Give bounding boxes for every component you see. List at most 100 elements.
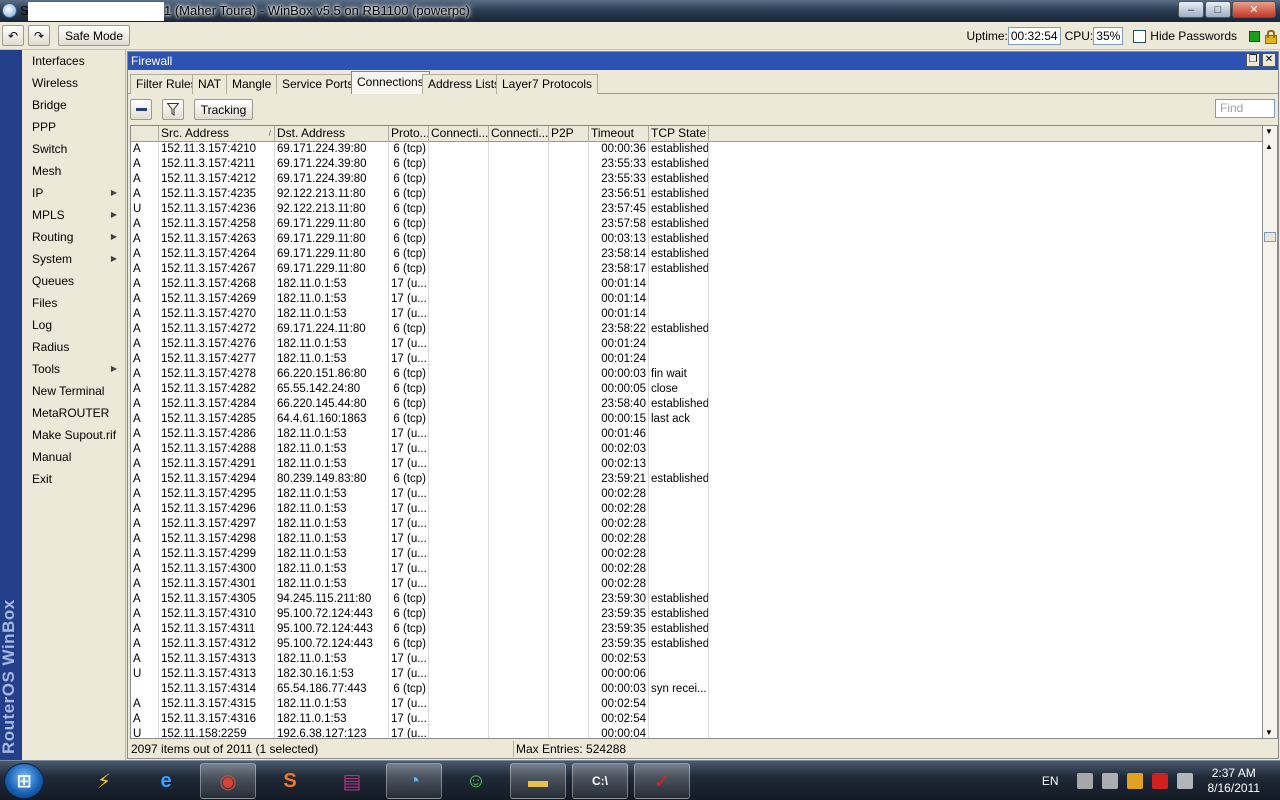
table-row[interactable]: A 152.11.3.157:4288 182.11.0.1:53 17 (u... 0… [131, 442, 1262, 457]
table-row[interactable]: A 152.11.3.157:4316 182.11.0.1:53 17 (u... 0… [131, 712, 1262, 727]
close-button[interactable]: ✕ [1232, 1, 1276, 18]
redo-button[interactable]: ↷ [28, 25, 50, 46]
table-row[interactable]: A 152.11.3.157:4258 69.171.229.11:80 6 (tcp… [131, 217, 1262, 232]
table-row[interactable]: A 152.11.3.157:4277 182.11.0.1:53 17 (u... 0… [131, 352, 1262, 367]
sidebar-item-make-supout-rif[interactable]: Make Supout.rif [22, 424, 125, 446]
column-header[interactable] [709, 126, 1262, 142]
table-row[interactable]: U 152.11.3.157:4313 182.30.16.1:53 17 (u...… [131, 667, 1262, 682]
column-header[interactable]: Proto... [389, 126, 429, 142]
taskbar-app-button[interactable]: S [262, 763, 318, 799]
table-row[interactable]: A 152.11.3.157:4270 182.11.0.1:53 17 (u... 0… [131, 307, 1262, 322]
table-row[interactable]: A 152.11.3.157:4211 69.171.224.39:80 6 (tcp… [131, 157, 1262, 172]
scroll-down-icon[interactable]: ▼ [1265, 728, 1273, 737]
firewall-close-button[interactable]: ✕ [1262, 53, 1276, 67]
table-row[interactable]: A 152.11.3.157:4212 69.171.224.39:80 6 (tcp… [131, 172, 1262, 187]
table-row[interactable]: A 152.11.3.157:4305 94.245.115.211:80 6 (tc… [131, 592, 1262, 607]
scroll-thumb[interactable] [1264, 232, 1276, 242]
tab-mangle[interactable]: Mangle [226, 74, 278, 94]
sidebar-item-wireless[interactable]: Wireless [22, 72, 125, 94]
scroll-up-icon[interactable]: ▲ [1265, 142, 1273, 151]
sidebar-item-system[interactable]: System ▶ [22, 248, 125, 270]
remove-button[interactable] [130, 99, 152, 120]
table-row[interactable]: A 152.11.3.157:4269 182.11.0.1:53 17 (u... 0… [131, 292, 1262, 307]
sidebar-item-mesh[interactable]: Mesh [22, 160, 125, 182]
taskbar-app-button[interactable]: ☺ [448, 763, 504, 799]
table-row[interactable]: A 152.11.3.157:4276 182.11.0.1:53 17 (u... 0… [131, 337, 1262, 352]
table-row[interactable]: A 152.11.3.157:4210 69.171.224.39:80 6 (tcp… [131, 142, 1262, 157]
sidebar-item-ppp[interactable]: PPP [22, 116, 125, 138]
undo-button[interactable]: ↶ [2, 25, 24, 46]
table-row[interactable]: A 152.11.3.157:4286 182.11.0.1:53 17 (u... 0… [131, 427, 1262, 442]
table-row[interactable]: A 152.11.3.157:4284 66.220.145.44:80 6 (tcp… [131, 397, 1262, 412]
sidebar-item-switch[interactable]: Switch [22, 138, 125, 160]
table-row[interactable]: A 152.11.3.157:4297 182.11.0.1:53 17 (u... 0… [131, 517, 1262, 532]
taskbar-app-button[interactable]: C:\ [572, 763, 628, 799]
scroll-menu-icon[interactable]: ▼ [1265, 127, 1273, 136]
tracking-button[interactable]: Tracking [194, 99, 253, 120]
network-icon[interactable] [1076, 773, 1093, 789]
column-header[interactable] [131, 126, 159, 142]
language-indicator[interactable]: EN [1042, 774, 1059, 788]
sidebar-item-files[interactable]: Files [22, 292, 125, 314]
table-row[interactable]: 152.11.3.157:4314 65.54.186.77:443 6 (tcp)… [131, 682, 1262, 697]
sidebar-item-interfaces[interactable]: Interfaces [22, 50, 125, 72]
table-row[interactable]: U 152.11.158:2259 192.6.38.127:123 17 (u...… [131, 727, 1262, 738]
table-row[interactable]: U 152.11.3.157:4236 92.122.213.11:80 6 (tcp… [131, 202, 1262, 217]
table-row[interactable]: A 152.11.3.157:4294 80.239.149.83:80 6 (tcp… [131, 472, 1262, 487]
start-button[interactable]: ⊞ [4, 763, 44, 799]
table-row[interactable]: A 152.11.3.157:4278 66.220.151.86:80 6 (tcp… [131, 367, 1262, 382]
maximize-button[interactable]: □ [1205, 1, 1231, 18]
table-row[interactable]: A 152.11.3.157:4268 182.11.0.1:53 17 (u... 0… [131, 277, 1262, 292]
minimize-button[interactable]: – [1178, 1, 1204, 18]
sidebar-item-new-terminal[interactable]: New Terminal [22, 380, 125, 402]
taskbar-app-button[interactable]: ▬ [510, 763, 566, 799]
table-row[interactable]: A 152.11.3.157:4295 182.11.0.1:53 17 (u... 0… [131, 487, 1262, 502]
table-row[interactable]: A 152.11.3.157:4313 182.11.0.1:53 17 (u... 0… [131, 652, 1262, 667]
table-row[interactable]: A 152.11.3.157:4296 182.11.0.1:53 17 (u... 0… [131, 502, 1262, 517]
table-row[interactable]: A 152.11.3.157:4300 182.11.0.1:53 17 (u... 0… [131, 562, 1262, 577]
column-header[interactable]: P2P [549, 126, 589, 142]
column-header[interactable]: Connecti... [489, 126, 549, 142]
antivirus-tray-icon[interactable] [1151, 773, 1168, 789]
table-row[interactable]: A 152.11.3.157:4264 69.171.229.11:80 6 (tcp… [131, 247, 1262, 262]
filter-button[interactable] [162, 99, 184, 120]
table-row[interactable]: A 152.11.3.157:4267 69.171.229.11:80 6 (tcp… [131, 262, 1262, 277]
power-icon[interactable] [1101, 773, 1118, 789]
sidebar-item-routing[interactable]: Routing ▶ [22, 226, 125, 248]
window-system-icon[interactable] [2, 3, 17, 18]
hide-passwords-checkbox[interactable] [1133, 29, 1147, 43]
tab-service-ports[interactable]: Service Ports [276, 74, 360, 94]
taskbar-app-button[interactable]: ✓ [634, 763, 690, 799]
column-header[interactable]: TCP State [649, 126, 709, 142]
column-header[interactable]: Dst. Address [275, 126, 389, 142]
column-header[interactable]: Src. Address / [159, 126, 275, 142]
firewall-restore-button[interactable]: ❐ [1246, 53, 1260, 67]
table-row[interactable]: A 152.11.3.157:4282 65.55.142.24:80 6 (tcp)… [131, 382, 1262, 397]
table-row[interactable]: A 152.11.3.157:4298 182.11.0.1:53 17 (u... 0… [131, 532, 1262, 547]
sidebar-item-mpls[interactable]: MPLS ▶ [22, 204, 125, 226]
taskbar-app-button[interactable]: ◔ [386, 763, 442, 799]
volume-icon[interactable] [1176, 773, 1193, 789]
table-row[interactable]: A 152.11.3.157:4299 182.11.0.1:53 17 (u... 0… [131, 547, 1262, 562]
table-row[interactable]: A 152.11.3.157:4291 182.11.0.1:53 17 (u... 0… [131, 457, 1262, 472]
sidebar-item-tools[interactable]: Tools ▶ [22, 358, 125, 380]
sidebar-item-queues[interactable]: Queues [22, 270, 125, 292]
table-row[interactable]: A 152.11.3.157:4310 95.100.72.124:443 6 (tc… [131, 607, 1262, 622]
clock[interactable]: 2:37 AM 8/16/2011 [1208, 766, 1261, 796]
sidebar-item-log[interactable]: Log [22, 314, 125, 336]
column-header[interactable]: Timeout [589, 126, 649, 142]
sidebar-item-metarouter[interactable]: MetaROUTER [22, 402, 125, 424]
tab-connections[interactable]: Connections [351, 71, 430, 94]
vertical-scrollbar[interactable]: ▼ ▲ ▼ [1263, 125, 1278, 739]
sidebar-item-radius[interactable]: Radius [22, 336, 125, 358]
find-input[interactable]: Find [1215, 99, 1275, 118]
taskbar-app-button[interactable]: ⚡ [76, 763, 132, 799]
table-row[interactable]: A 152.11.3.157:4312 95.100.72.124:443 6 (tc… [131, 637, 1262, 652]
table-row[interactable]: A 152.11.3.157:4315 182.11.0.1:53 17 (u... 0… [131, 697, 1262, 712]
table-row[interactable]: A 152.11.3.157:4235 92.122.213.11:80 6 (tcp… [131, 187, 1262, 202]
taskbar-app-button[interactable]: ◉ [200, 763, 256, 799]
safe-mode-button[interactable]: Safe Mode [58, 25, 130, 46]
taskbar-app-button[interactable]: ▤ [324, 763, 380, 799]
tab-layer7-protocols[interactable]: Layer7 Protocols [496, 74, 599, 94]
flash-tray-icon[interactable] [1126, 773, 1143, 789]
